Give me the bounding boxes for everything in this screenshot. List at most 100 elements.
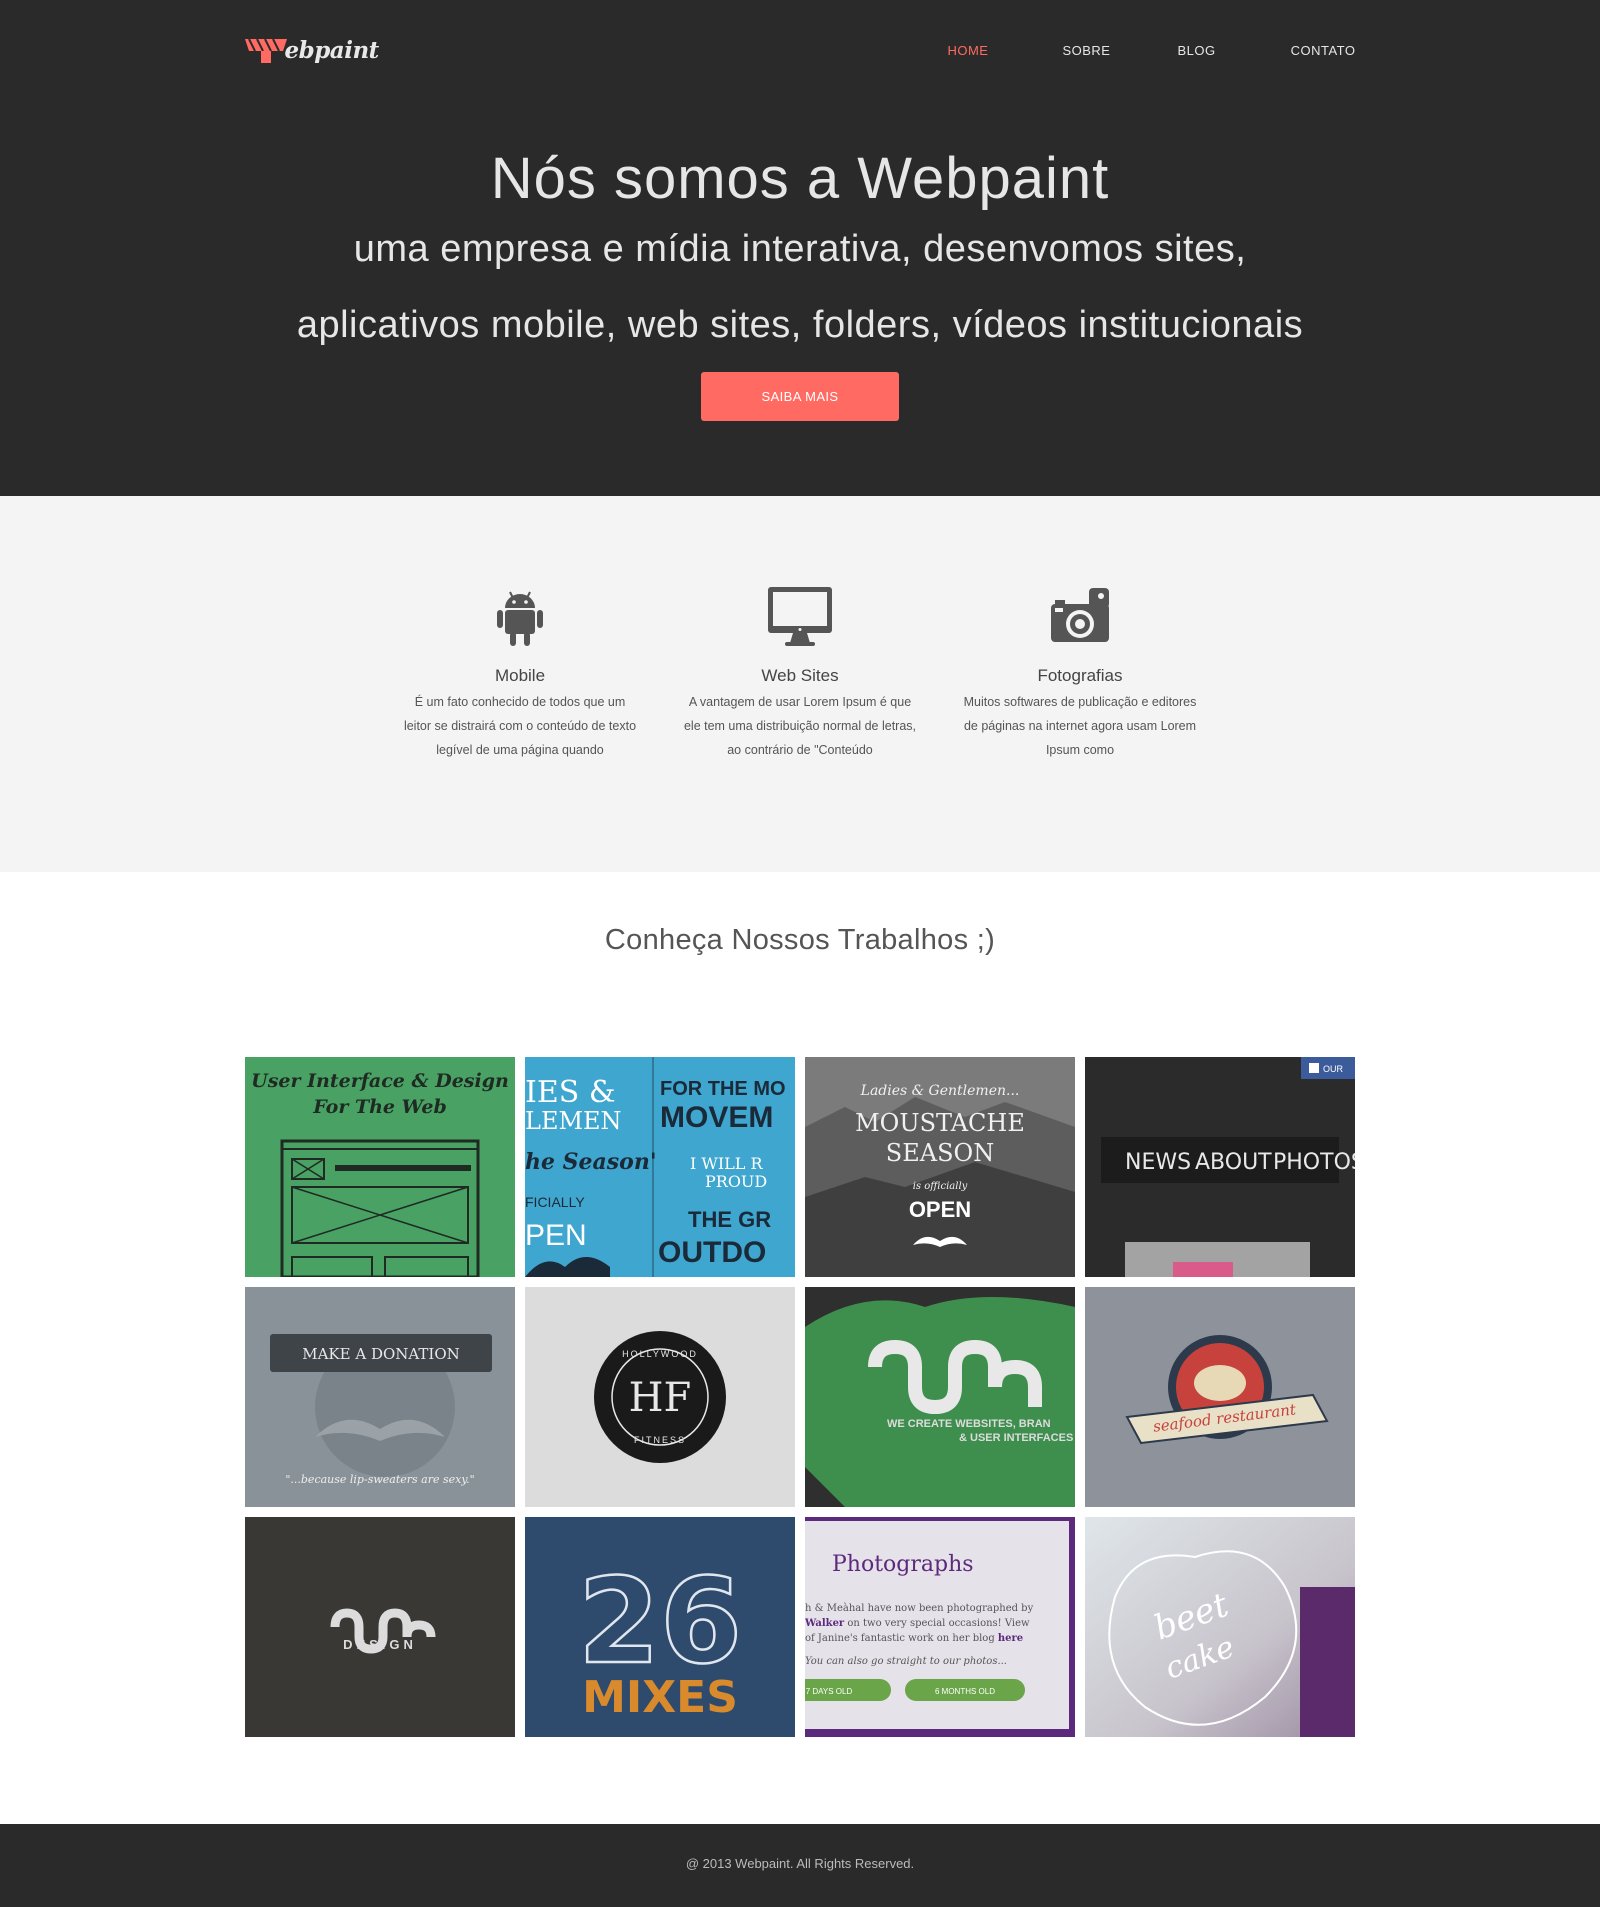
portfolio-item-num-design[interactable]: DESIGN [244,1517,515,1737]
thumb-text: PEN [525,1219,587,1252]
logo-text: ebpaint [284,36,380,64]
like-icon [1308,1063,1319,1073]
thumb-text: You can also go straight to our photos..… [805,1656,1007,1667]
thumb-text: User Interface & Design [251,1070,509,1092]
ui-design-thumbnail: User Interface & Design For The Web [244,1057,515,1277]
hero-subtitle-line2: aplicativos mobile, web sites, folders, … [296,304,1304,346]
feature-text: A vantagem de usar Lorem Ipsum é que ele… [683,695,917,757]
svg-text:of Janine's fantastic work on: of Janine's fantastic work on her blog h… [805,1633,1023,1644]
feature-web-sites: Web Sites A vantagem de usar Lorem Ipsum… [660,586,940,762]
portfolio-item-outdoors[interactable]: IES & LEMEN FOR THE MO MOVEM he Season' … [524,1057,795,1277]
thumb-text: "...because lip-sweaters are sexy." [285,1473,474,1486]
thumb-text: SEASON [885,1139,993,1167]
donation-thumbnail: MAKE A DONATION "...because lip-sweaters… [244,1287,515,1507]
feature-mobile: Mobile É um fato conhecido de todos que … [380,586,660,762]
thumb-text: h & Meàhal have now been photographed by [805,1603,1034,1614]
num-green-thumbnail: WE CREATE WEBSITES, BRAN & USER INTERFAC… [804,1287,1075,1507]
thumb-text: Walker [805,1618,845,1629]
beet-cake-thumbnail: beet cake [1084,1517,1355,1737]
thumb-text: OUTDO [658,1236,766,1269]
portfolio-item-beet-cake[interactable]: beet cake [1084,1517,1355,1737]
feature-title: Web Sites [761,666,839,685]
thumb-text: on two very special occasions! View [844,1618,1030,1629]
portfolio-section: Conheça Nossos Trabalhos ;) User Interfa… [0,872,1600,1824]
thumb-text: WE CREATE WEBSITES, BRAN [887,1418,1051,1430]
thumb-text: I WILL R [690,1154,764,1173]
footer: @ 2013 Webpaint. All Rights Reserved. [0,1824,1600,1907]
thumb-text: PROUD [705,1172,767,1191]
thumb-text: Ladies & Gentlemen... [859,1083,1019,1099]
thumb-text: MOUSTACHE [855,1109,1025,1137]
thumb-text: Photographs [832,1552,974,1577]
photographs-thumbnail: Photographs h & Meàhal have now been pho… [804,1517,1075,1737]
android-icon [497,591,543,646]
thumb-text: & USER INTERFACES [959,1432,1073,1444]
nav-sobre-link[interactable]: SOBRE [1062,43,1110,58]
copyright-text: @ 2013 Webpaint. All Rights Reserved. [685,1856,915,1871]
thumb-text: he Season' [525,1149,657,1175]
thumb-text: here [997,1633,1022,1644]
nav-contato-link[interactable]: CONTATO [1291,43,1356,58]
thumb-text: NEWS [1125,1150,1191,1175]
thumb-text: FICIALLY [525,1194,585,1210]
thumb-text: For The Web [312,1096,447,1118]
thumb-text: HF [628,1375,691,1421]
outdoors-thumbnail: IES & LEMEN FOR THE MO MOVEM he Season' … [524,1057,795,1277]
thumb-text: OUR [1323,1064,1344,1074]
thumb-text: MIXES [582,1672,738,1723]
portfolio-title: Conheça Nossos Trabalhos ;) [604,924,996,956]
thumb-text: is officially [912,1181,967,1192]
main-menu: HOME SOBRE BLOG CONTATO [947,43,1355,58]
thumb-text: DESIGN [343,1637,417,1652]
hero-title: Nós somos a Webpaint [490,146,1110,211]
feature-fotografias: Fotografias Muitos softwares de publicaç… [940,586,1220,762]
thumb-text: 7 DAYS OLD [805,1687,852,1696]
portfolio-item-donation[interactable]: MAKE A DONATION "...because lip-sweaters… [244,1287,515,1507]
svg-text:Walker on two very special occ: Walker on two very special occasions! Vi… [805,1618,1030,1629]
monitor-icon [768,587,832,646]
thumb-text: HOLLYWOOD [622,1349,698,1359]
logo[interactable]: ebpaint [244,35,380,65]
portfolio-item-num-green[interactable]: WE CREATE WEBSITES, BRAN & USER INTERFAC… [804,1287,1075,1507]
thumb-text: MOVEM [660,1101,773,1134]
top-navbar: ebpaint HOME SOBRE BLOG CONTATO [0,0,1600,100]
hero-subtitle-line1: uma empresa e mídia interativa, desenvom… [353,228,1247,270]
feature-text: Muitos softwares de publicação e editore… [963,695,1197,757]
26-mixes-thumbnail: 26 MIXES [524,1517,795,1737]
portfolio-item-photographs[interactable]: Photographs h & Meàhal have now been pho… [804,1517,1075,1737]
nav-home-link[interactable]: HOME [947,43,988,58]
hero-section: Nós somos a Webpaint uma empresa e mídia… [0,100,1600,496]
portfolio-item-ui-design[interactable]: User Interface & Design For The Web [244,1057,515,1277]
dark-nav-thumbnail: NEWS ABOUT PHOTOS OUR [1084,1057,1355,1277]
thumb-text: OPEN [908,1197,970,1222]
thumb-text: FITNESS [633,1435,685,1445]
hollywood-fitness-thumbnail: HOLLYWOOD HF FITNESS [524,1287,795,1507]
portfolio-item-hollywood-fitness[interactable]: HOLLYWOOD HF FITNESS [524,1287,795,1507]
thumb-text: 6 MONTHS OLD [934,1687,994,1696]
thumb-text: THE GR [688,1207,771,1232]
num-design-thumbnail: DESIGN [244,1517,515,1737]
thumb-text: LEMEN [525,1107,622,1135]
thumb-text: IES & [525,1075,616,1110]
portfolio-grid: User Interface & Design For The Web IES … [244,1057,1356,1737]
thumb-text: MAKE A DONATION [302,1345,460,1363]
thumb-text: ABOUT [1195,1150,1272,1175]
moustache-season-thumbnail: Ladies & Gentlemen... MOUSTACHE SEASON i… [804,1057,1075,1277]
thumb-text: 26 [577,1552,741,1690]
portfolio-item-26-mixes[interactable]: 26 MIXES [524,1517,795,1737]
thumb-text: PHOTOS [1273,1150,1355,1175]
portfolio-item-seafood[interactable]: seafood restaurant [1084,1287,1355,1507]
seafood-thumbnail: seafood restaurant [1084,1287,1355,1507]
saiba-mais-button[interactable]: SAIBA MAIS [701,372,899,421]
feature-title: Mobile [494,666,546,685]
paint-brush-logo-icon [244,38,287,63]
thumb-text: of Janine's fantastic work on her blog [805,1633,998,1644]
portfolio-item-dark-nav[interactable]: NEWS ABOUT PHOTOS OUR [1084,1057,1355,1277]
feature-text: É um fato conhecido de todos que um leit… [403,695,637,757]
thumb-text: FOR THE MO [660,1078,786,1100]
nav-blog-link[interactable]: BLOG [1177,43,1215,58]
camera-icon [1051,588,1109,642]
portfolio-item-moustache-season[interactable]: Ladies & Gentlemen... MOUSTACHE SEASON i… [804,1057,1075,1277]
features-section: Mobile É um fato conhecido de todos que … [0,496,1600,872]
feature-title: Fotografias [1037,666,1123,685]
